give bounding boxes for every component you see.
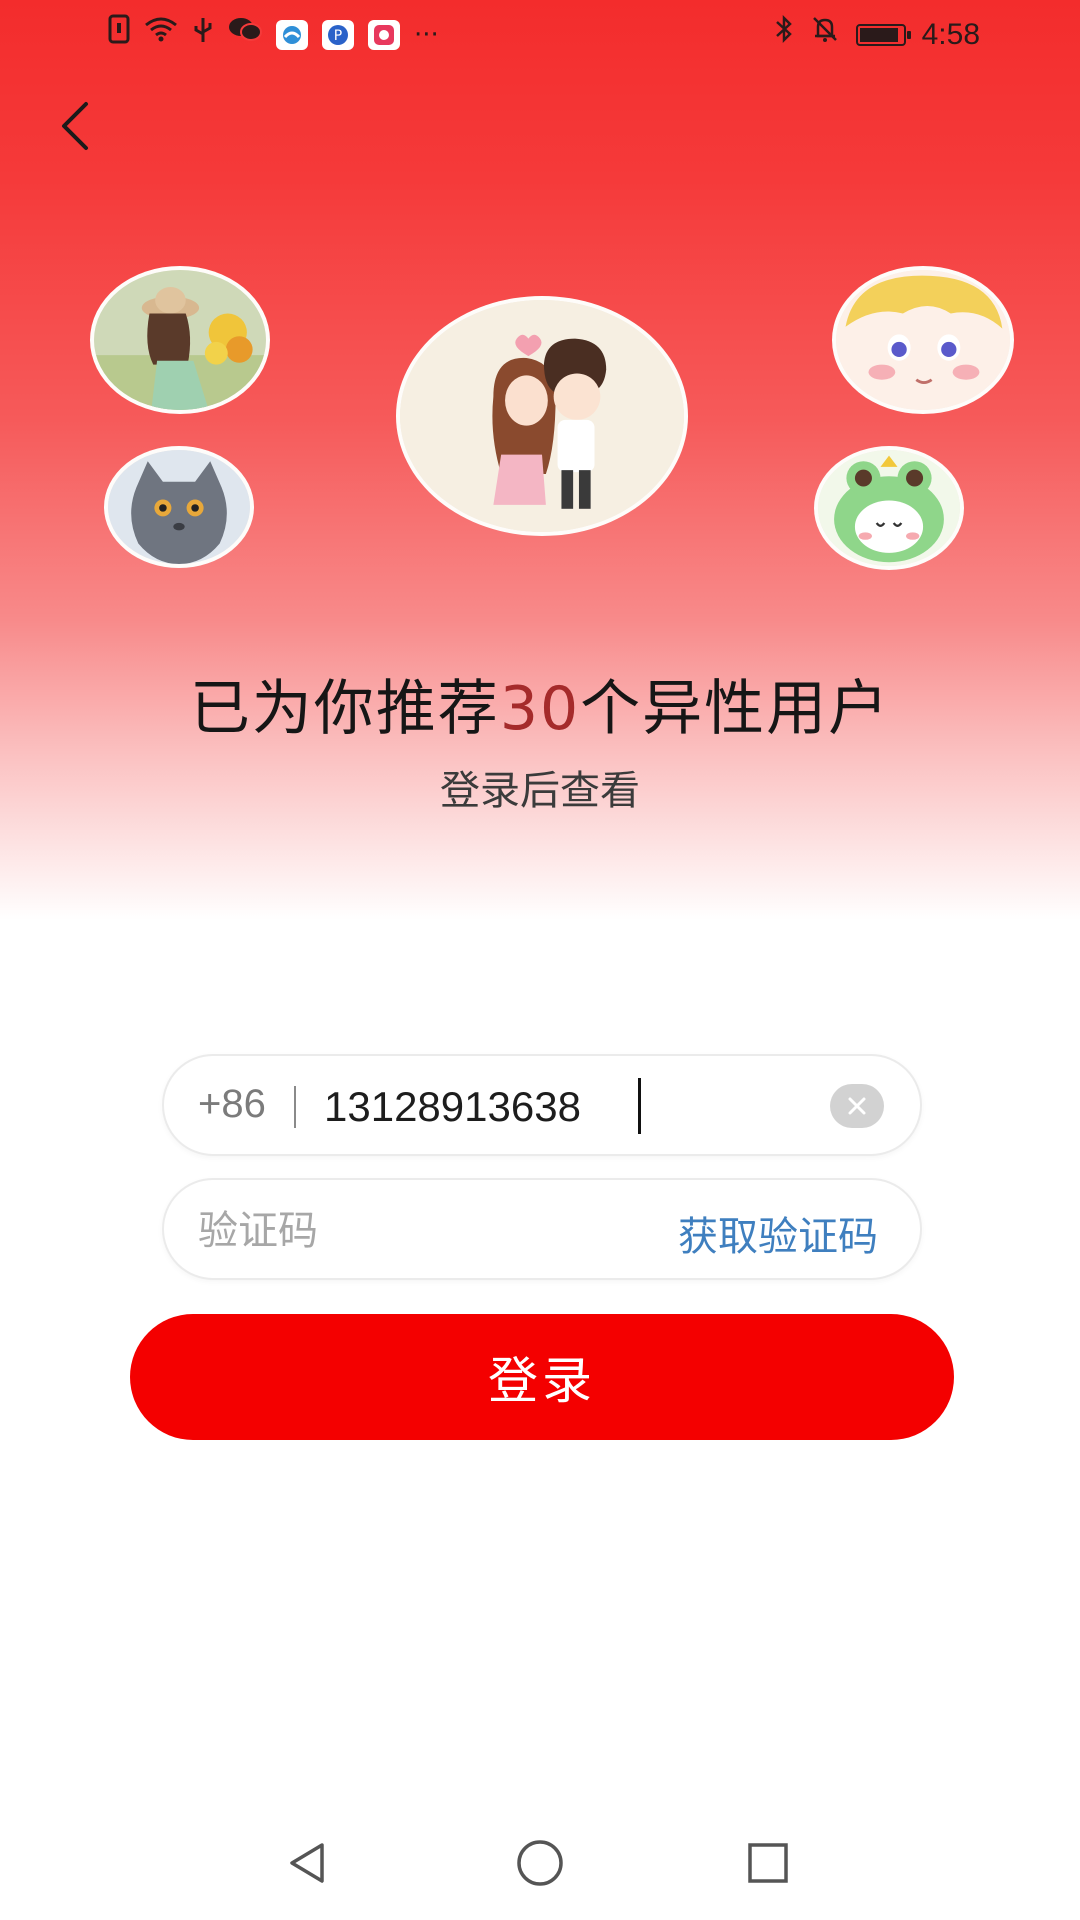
battery-icon xyxy=(855,24,911,46)
battery-level xyxy=(859,28,898,42)
recommendation-subtitle: 登录后查看 xyxy=(440,768,640,814)
clear-phone-button[interactable] xyxy=(830,1084,884,1128)
sim-icon xyxy=(108,14,130,56)
login-button[interactable]: 登录 xyxy=(130,1314,954,1440)
avatar-anime-blonde[interactable] xyxy=(832,266,1014,414)
app-icon-2: P xyxy=(322,20,354,50)
close-icon xyxy=(848,1097,866,1115)
country-code-divider xyxy=(294,1086,296,1128)
usb-icon xyxy=(192,14,214,56)
headline-count: 30 xyxy=(499,674,581,744)
app-icon-3 xyxy=(368,20,400,50)
wechat-icon xyxy=(228,15,262,55)
cartoon-couple-image xyxy=(400,300,684,532)
avatar-green-frog[interactable] xyxy=(814,446,964,570)
status-bar-system: 4:58 xyxy=(774,14,980,56)
verification-code-field: 获取验证码 xyxy=(162,1178,922,1280)
phone-field: +86 xyxy=(162,1054,922,1156)
status-bar: P ··· 4:58 xyxy=(0,0,1080,70)
avatar-girl-with-flowers[interactable] xyxy=(90,266,270,414)
nav-recents-button[interactable] xyxy=(733,1828,803,1898)
svg-text:P: P xyxy=(334,28,342,44)
green-frog-image xyxy=(818,450,960,566)
system-navigation-bar xyxy=(0,1810,1080,1920)
back-button[interactable] xyxy=(44,96,104,156)
more-notifications-icon: ··· xyxy=(414,20,439,50)
mute-icon xyxy=(810,14,840,56)
anime-blonde-image xyxy=(836,270,1010,410)
girl-with-flowers-image xyxy=(94,270,266,410)
headline-prefix: 已为你推荐 xyxy=(189,674,500,744)
app-icon-1 xyxy=(276,20,308,50)
status-bar-notifications: P ··· xyxy=(108,14,439,56)
chevron-left-icon xyxy=(62,102,88,150)
recents-square-icon xyxy=(748,1843,788,1883)
grey-cat-image xyxy=(108,450,250,564)
clock: 4:58 xyxy=(921,18,980,51)
bluetooth-icon xyxy=(774,14,794,56)
nav-back-button[interactable] xyxy=(273,1828,343,1898)
avatar-grey-cat[interactable] xyxy=(104,446,254,568)
home-circle-icon xyxy=(517,1840,563,1886)
verification-code-input[interactable] xyxy=(198,1204,558,1258)
avatar-cartoon-couple[interactable] xyxy=(396,296,688,536)
phone-input[interactable] xyxy=(324,1080,764,1134)
back-triangle-icon xyxy=(290,1843,324,1883)
get-verification-code-button[interactable]: 获取验证码 xyxy=(678,1204,878,1262)
wifi-icon xyxy=(144,15,178,55)
nav-home-button[interactable] xyxy=(505,1828,575,1898)
headline-suffix: 个异性用户 xyxy=(580,674,891,744)
country-code-selector[interactable]: +86 xyxy=(198,1082,266,1127)
text-caret xyxy=(638,1078,641,1134)
recommendation-headline: 已为你推荐30个异性用户 xyxy=(0,660,1080,747)
